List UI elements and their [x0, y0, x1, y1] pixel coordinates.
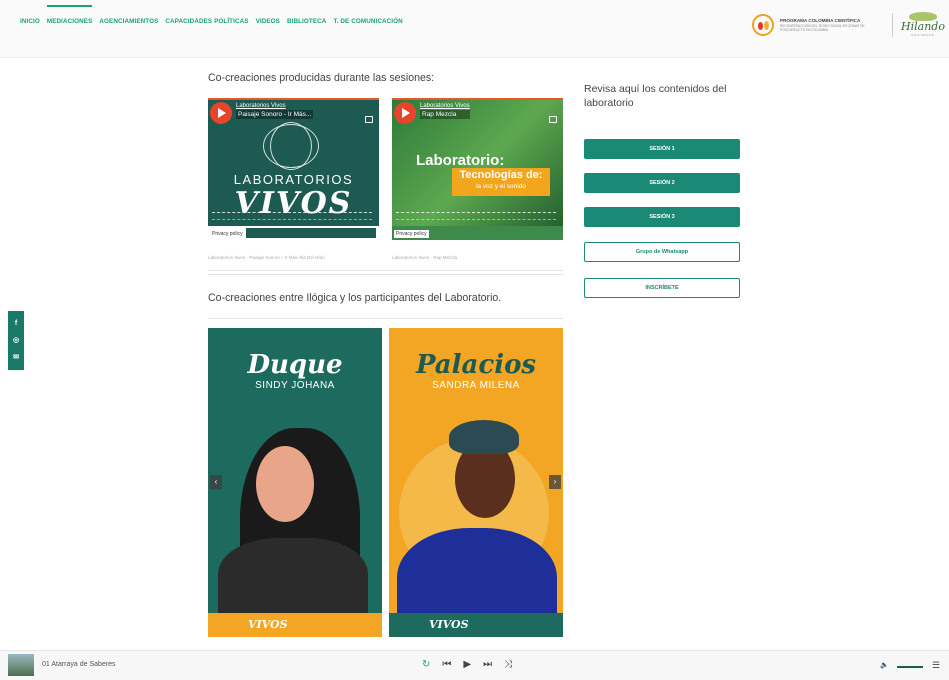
track-thumbnail[interactable]	[8, 654, 34, 676]
shuffle-icon[interactable]: ⤨	[504, 659, 512, 671]
video-title[interactable]: Rap Mezcla	[420, 110, 470, 119]
section-divider	[208, 318, 563, 319]
email-icon[interactable]: ✉	[13, 354, 19, 362]
section-divider	[208, 270, 563, 271]
play-icon[interactable]: ▶	[463, 659, 471, 671]
video-header: Laboratorios Vivos Rap Mezcla	[394, 102, 470, 124]
page: INICIO MEDIACIONES AGENCIAMIENTOS CAPACI…	[0, 0, 949, 680]
audio-player: 01 Atarraya de Saberes ↻ ⏮ ▶ ⏭ ⤨ 🔈 ☰	[0, 650, 949, 680]
video-channel[interactable]: Laboratorios Vivos	[420, 102, 470, 110]
previous-track-icon[interactable]: ⏮	[442, 659, 451, 671]
program-text: PROGRAMA COLOMBIA CIENTÍFICA RECONSTRUCC…	[780, 18, 884, 32]
top-navigation-bar: INICIO MEDIACIONES AGENCIAMIENTOS CAPACI…	[0, 0, 949, 58]
video-art-box-subtitle: la voz y el sonido	[476, 183, 526, 190]
track-title: 01 Atarraya de Saberes	[42, 661, 116, 668]
sesion-1-button[interactable]: SESIÓN 1	[584, 139, 740, 159]
section-title-cocreations: Co-creaciones entre Ilógica y los partic…	[208, 292, 502, 304]
player-controls: ↻ ⏮ ▶ ⏭ ⤨	[422, 659, 512, 671]
video-header: Laboratorios Vivos Paisaje Sonoro - Ir M…	[210, 102, 314, 124]
volume-slider[interactable]	[897, 666, 923, 668]
program-subtitle: RECONSTRUCCIÓN DEL TEJIDO SOCIAL EN ZONA…	[780, 23, 865, 32]
whatsapp-group-button[interactable]: Grupo de Whatsapp	[584, 242, 740, 262]
video-title[interactable]: Paisaje Sonoro - Ir Más...	[236, 110, 314, 119]
video-art-title: LABORATORIOS	[233, 172, 354, 187]
nav-biblioteca[interactable]: BIBLIOTECA	[287, 18, 326, 26]
play-icon[interactable]	[394, 102, 416, 124]
brand-area: PROGRAMA COLOMBIA CIENTÍFICA RECONSTRUCC…	[752, 12, 945, 37]
flower-graphic-inner	[270, 122, 312, 170]
poster-footer: VIVOS	[208, 613, 382, 637]
instagram-icon[interactable]: ◎	[13, 337, 19, 345]
nav-videos[interactable]: VIDEOS	[256, 18, 280, 26]
nav-inicio[interactable]: INICIO	[20, 18, 40, 26]
sesion-3-button[interactable]: SESIÓN 3	[584, 207, 740, 227]
portrait-headwrap	[449, 420, 519, 454]
poster-footer: VIVOS	[389, 613, 563, 637]
next-track-icon[interactable]: ⏭	[483, 659, 492, 671]
waveform-graphic	[212, 212, 372, 220]
play-icon[interactable]	[210, 102, 232, 124]
repeat-icon[interactable]: ↻	[422, 659, 430, 671]
video-embed-paisaje-sonoro[interactable]: Laboratorios Vivos Paisaje Sonoro - Ir M…	[208, 98, 379, 240]
portrait-face	[256, 446, 314, 522]
video-embed-rap-mezcla[interactable]: Laboratorios Vivos Rap Mezcla Laboratori…	[392, 98, 563, 240]
playlist-menu-icon[interactable]: ☰	[932, 660, 940, 671]
nav-agenciamientos[interactable]: AGENCIAMIENTOS	[99, 18, 158, 26]
hilando-logo[interactable]: Hilando SOCIEDAD	[901, 12, 945, 37]
video-art-box-title: Tecnologías de:	[459, 169, 543, 181]
video-art-title: Laboratorio:	[416, 152, 505, 169]
hilando-wordmark: Hilando	[901, 20, 945, 33]
video-titles: Laboratorios Vivos Paisaje Sonoro - Ir M…	[236, 102, 314, 119]
privacy-policy-link[interactable]: Privacy policy	[210, 230, 245, 238]
nav-mediaciones[interactable]: MEDIACIONES	[46, 5, 93, 26]
sidebar-title: Revisa aquí los contenidos del laborator…	[584, 83, 727, 109]
poster-palacios[interactable]: Palacios SANDRA MILENA VIVOS	[389, 328, 563, 637]
hilando-subtitle: SOCIEDAD	[911, 33, 935, 37]
nav-capacidades-politicas[interactable]: CAPACIDADES POLÍTICAS	[165, 18, 248, 26]
poster-footer-logo: VIVOS	[429, 618, 469, 631]
social-sidebar: f ◎ ✉	[8, 311, 24, 370]
poster-footer-logo: VIVOS	[248, 618, 288, 631]
video-channel[interactable]: Laboratorios Vivos	[236, 102, 313, 110]
section-divider	[208, 274, 563, 275]
video-caption[interactable]: Laboratorios Vivos · Rap Mezcla	[392, 255, 457, 260]
share-icon[interactable]	[549, 116, 557, 123]
carousel-prev-arrow[interactable]: ‹	[210, 475, 222, 489]
waveform-graphic	[396, 212, 556, 220]
video-caption[interactable]: Laboratorios Vivos · Paisaje Sonoro – Ir…	[208, 255, 325, 260]
section-title-sessions: Co-creaciones producidas durante las ses…	[208, 72, 435, 84]
poster-duque[interactable]: Duque SINDY JOHANA VIVOS	[208, 328, 382, 637]
sesion-2-button[interactable]: SESIÓN 2	[584, 173, 740, 193]
volume-icon[interactable]: 🔈	[880, 661, 889, 669]
colombia-cientifica-logo[interactable]	[752, 13, 774, 36]
carousel-next-arrow[interactable]: ›	[549, 475, 561, 489]
poster-subname: SANDRA MILENA	[432, 380, 520, 391]
poster-name: Duque	[247, 350, 343, 380]
video-titles: Laboratorios Vivos Rap Mezcla	[420, 102, 470, 119]
inscribete-button[interactable]: INSCRÍBETE	[584, 278, 740, 298]
nav-t-de-comunicacion[interactable]: T. DE COMUNICACIÓN	[333, 18, 402, 26]
main-nav: INICIO MEDIACIONES AGENCIAMIENTOS CAPACI…	[20, 5, 403, 26]
facebook-icon[interactable]: f	[15, 320, 17, 328]
poster-subname: SINDY JOHANA	[255, 380, 335, 391]
video-art-box: Tecnologías de: la voz y el sonido	[452, 168, 550, 196]
share-icon[interactable]	[365, 116, 373, 123]
poster-name: Palacios	[415, 350, 537, 380]
privacy-policy-link[interactable]: Privacy policy	[394, 230, 429, 238]
partner-logos-strip	[246, 228, 376, 238]
brand-divider	[892, 12, 893, 37]
